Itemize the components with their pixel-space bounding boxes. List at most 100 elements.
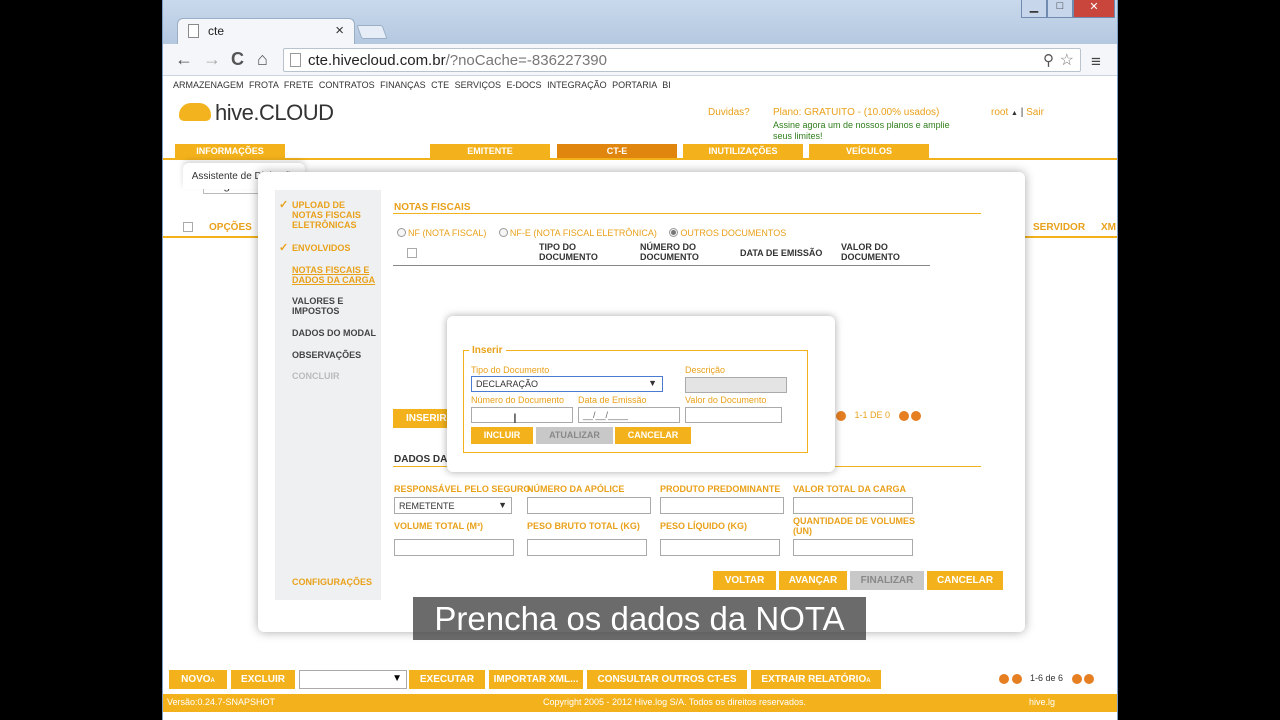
- radio-nf[interactable]: NF (NOTA FISCAL): [397, 228, 486, 238]
- menu-contratos[interactable]: CONTRATOS: [319, 80, 375, 90]
- novo-button[interactable]: NOVOA: [169, 670, 227, 689]
- help-link[interactable]: Duvidas?: [708, 107, 750, 118]
- notas-select-all-checkbox[interactable]: [407, 248, 417, 258]
- cloud-icon: [179, 103, 211, 121]
- extrair-relatorio-button[interactable]: EXTRAIR RELATÓRIOA: [751, 670, 881, 689]
- peso-bruto-input[interactable]: [527, 539, 647, 556]
- logout-link[interactable]: Sair: [1026, 107, 1044, 118]
- tab-informacoes[interactable]: INFORMAÇÕES: [175, 144, 285, 158]
- home-icon[interactable]: ⌂: [257, 49, 268, 70]
- configuracoes-link[interactable]: CONFIGURAÇÕES: [292, 577, 378, 587]
- step-envolvidos[interactable]: ENVOLVIDOS: [292, 243, 378, 253]
- menu-armazenagem[interactable]: ARMAZENAGEM: [173, 80, 244, 90]
- user-menu[interactable]: root ▲ | Sair: [991, 107, 1044, 118]
- numero-input[interactable]: [471, 407, 573, 423]
- voltar-button[interactable]: VOLTAR: [713, 571, 776, 590]
- next-page-icon[interactable]: [1071, 673, 1082, 684]
- tab-cte[interactable]: CT-E: [557, 144, 677, 158]
- radio-button[interactable]: [397, 228, 406, 237]
- tab-veiculos[interactable]: VEÍCULOS: [809, 144, 929, 158]
- step-modal[interactable]: DADOS DO MODAL: [292, 328, 378, 338]
- zoom-icon[interactable]: ⚲: [1043, 51, 1054, 69]
- incluir-button[interactable]: INCLUIR: [471, 427, 533, 444]
- responsavel-select[interactable]: REMETENTE ▼: [394, 497, 512, 514]
- page-range: 1-1 DE 0: [854, 410, 891, 420]
- menu-frete[interactable]: FRETE: [284, 80, 314, 90]
- tipo-value: DECLARAÇÃO: [476, 379, 539, 389]
- page-icon: [290, 53, 301, 67]
- select-all-checkbox[interactable]: [183, 222, 193, 232]
- menu-edocs[interactable]: E-DOCS: [507, 80, 542, 90]
- menu-servicos[interactable]: SERVIÇOS: [455, 80, 501, 90]
- new-tab-button[interactable]: [356, 25, 388, 39]
- tab-emitente[interactable]: EMITENTE: [430, 144, 550, 158]
- radio-button-selected[interactable]: [669, 228, 679, 237]
- bookmark-star-icon[interactable]: ☆: [1060, 50, 1074, 70]
- radio-outros[interactable]: OUTROS DOCUMENTOS: [669, 228, 786, 238]
- cancelar-button[interactable]: CANCELAR: [927, 571, 1003, 590]
- step-valores[interactable]: VALORES E IMPOSTOS: [292, 296, 378, 316]
- check-icon: ✓: [279, 242, 289, 254]
- logo-text: hive.CLOUD: [215, 100, 334, 125]
- last-page-icon[interactable]: [1084, 673, 1095, 684]
- valor-input[interactable]: [685, 407, 782, 423]
- produto-input[interactable]: [660, 497, 784, 514]
- menu-integracao[interactable]: INTEGRAÇÃO: [547, 80, 607, 90]
- executar-button[interactable]: EXECUTAR: [409, 670, 485, 689]
- valor-label: Valor do Documento: [685, 395, 767, 405]
- data-input[interactable]: __/__/____: [578, 407, 680, 423]
- last-page-icon[interactable]: [911, 410, 922, 421]
- plan-status[interactable]: Plano: GRATUITO - (10.00% usados): [773, 107, 939, 118]
- avancar-button[interactable]: AVANÇAR: [779, 571, 847, 590]
- data-label: Data de Emissão: [578, 395, 647, 405]
- prev-page-icon[interactable]: [836, 410, 846, 421]
- radio-nfe[interactable]: NF-E (NOTA FISCAL ELETRÔNICA): [498, 228, 657, 238]
- browser-tab[interactable]: cte ×: [177, 18, 355, 44]
- action-select[interactable]: ▼: [299, 670, 407, 689]
- importar-xml-button[interactable]: IMPORTAR XML...: [489, 670, 583, 689]
- minimize-button[interactable]: ▁: [1021, 0, 1047, 18]
- prev-page-icon[interactable]: [1011, 673, 1022, 684]
- browser-menu-icon[interactable]: ≡: [1091, 52, 1101, 72]
- tab-underline: [163, 158, 1117, 160]
- step-upload[interactable]: UPLOAD DE NOTAS FISCAIS ELETRÔNICAS: [292, 200, 378, 230]
- atualizar-button: ATUALIZAR: [536, 427, 613, 444]
- consultar-ctes-button[interactable]: CONSULTAR OUTROS CT-ES: [587, 670, 747, 689]
- top-menu: ARMAZENAGEM FROTA FRETE CONTRATOS FINANÇ…: [173, 80, 671, 90]
- menu-bi[interactable]: BI: [662, 80, 671, 90]
- responsavel-value: REMETENTE: [399, 501, 455, 511]
- reload-icon[interactable]: C: [231, 49, 244, 70]
- step-notas-fiscais[interactable]: NOTAS FISCAIS E DADOS DA CARGA: [292, 265, 378, 285]
- column-opcoes: OPÇÕES: [209, 222, 252, 233]
- tipo-select[interactable]: DECLARAÇÃO ▼: [471, 376, 663, 392]
- back-icon[interactable]: ←: [175, 49, 193, 70]
- first-page-icon[interactable]: [999, 673, 1009, 684]
- tab-inutilizacoes[interactable]: INUTILIZAÇÕES: [683, 144, 803, 158]
- apolice-input[interactable]: [527, 497, 651, 514]
- valor-total-input[interactable]: [793, 497, 913, 514]
- forward-icon[interactable]: →: [203, 49, 221, 70]
- address-bar[interactable]: cte.hivecloud.com.br/?noCache=-836227390…: [283, 48, 1081, 72]
- url-host: cte.hivecloud.com.br: [308, 52, 446, 69]
- maximize-button[interactable]: □: [1047, 0, 1073, 18]
- excluir-button[interactable]: EXCLUIR: [231, 670, 295, 689]
- inserir-button[interactable]: INSERIR: [393, 409, 449, 428]
- menu-frota[interactable]: FROTA: [249, 80, 278, 90]
- tab-close-icon[interactable]: ×: [335, 22, 344, 39]
- menu-portaria[interactable]: PORTARIA: [612, 80, 657, 90]
- menu-cte[interactable]: CTE: [431, 80, 449, 90]
- next-page-icon[interactable]: [898, 410, 909, 421]
- radio-button[interactable]: [498, 228, 508, 237]
- finalizar-button: FINALIZAR: [850, 571, 924, 590]
- column-servidor: SERVIDOR: [1033, 222, 1086, 233]
- menu-financas[interactable]: FINANÇAS: [380, 80, 426, 90]
- peso-liquido-input[interactable]: [660, 539, 780, 556]
- close-window-button[interactable]: ✕: [1073, 0, 1115, 18]
- username[interactable]: root: [991, 107, 1008, 118]
- cancelar-insert-button[interactable]: CANCELAR: [615, 427, 691, 444]
- qtd-volumes-input[interactable]: [793, 539, 913, 556]
- step-observacoes[interactable]: OBSERVAÇÕES: [292, 350, 378, 360]
- upgrade-message[interactable]: Assine agora um de nossos planos e ampli…: [773, 120, 953, 142]
- volume-input[interactable]: [394, 539, 514, 556]
- peso-bruto-label: PESO BRUTO TOTAL (KG): [527, 521, 640, 531]
